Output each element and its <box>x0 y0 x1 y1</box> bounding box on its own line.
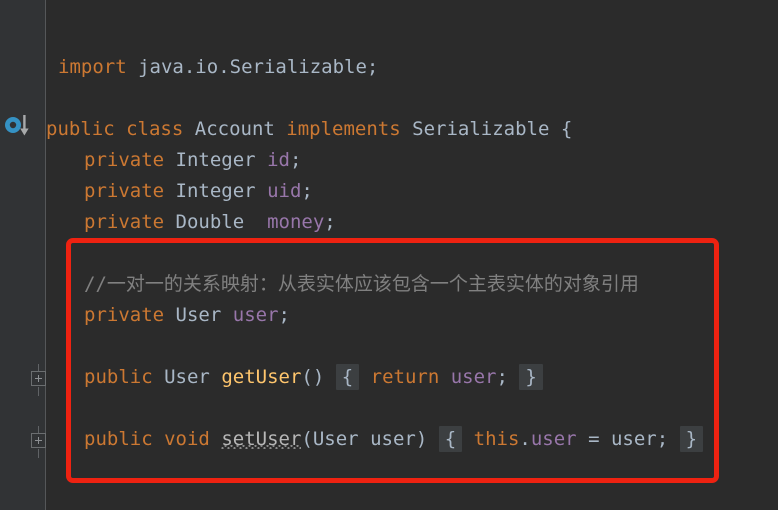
code-token: User <box>175 304 222 326</box>
code-token: . <box>519 428 531 450</box>
code-token: id <box>267 149 290 171</box>
code-token: io <box>195 56 219 78</box>
code-line-import: import java.io.Serializable; <box>58 52 378 83</box>
fold-connector-line <box>38 449 39 458</box>
fold-expand-icon[interactable] <box>31 371 46 386</box>
code-line-field-uid: private Integer uid; <box>84 176 313 207</box>
code-token: } <box>519 364 543 390</box>
code-line-comment: //一对一的关系映射：从表实体应该包含一个主表实体的对象引用 <box>84 269 639 300</box>
code-line-field-money: private Double money; <box>84 207 336 238</box>
code-token: user <box>610 428 657 450</box>
code-token: public <box>84 366 153 388</box>
code-token: ( <box>301 428 313 450</box>
code-token: User <box>164 366 210 388</box>
code-token: this <box>473 428 520 450</box>
code-token: user <box>232 304 279 326</box>
code-token: private <box>84 211 165 233</box>
code-token: uid <box>267 180 302 202</box>
code-token: public <box>84 428 153 450</box>
code-token: ; <box>656 428 669 450</box>
code-token: ; <box>366 56 379 78</box>
code-token: implements <box>286 118 401 140</box>
code-token: { <box>549 118 573 140</box>
code-token: java <box>126 56 184 78</box>
code-token: ; <box>301 180 313 202</box>
code-token: . <box>218 56 230 78</box>
code-token: user <box>450 366 497 388</box>
fold-expand-icon[interactable] <box>31 433 46 448</box>
code-token: User <box>312 428 359 450</box>
code-token: ; <box>289 149 302 171</box>
code-line-method-getuser: public User getUser() { return user; } <box>84 362 543 393</box>
code-token: public <box>46 118 115 140</box>
code-token: user <box>370 428 416 450</box>
code-token: void <box>164 428 210 450</box>
code-token: user <box>530 428 577 450</box>
code-line-method-setuser: public void setUser(User user) { this.us… <box>84 424 704 455</box>
code-token: getUser <box>221 366 302 388</box>
code-token: () <box>301 366 325 388</box>
code-editor[interactable]: import java.io.Serializable; public clas… <box>0 0 778 510</box>
code-token: class <box>126 118 184 140</box>
code-token: ; <box>278 304 290 326</box>
code-token: import <box>58 56 127 78</box>
code-token: return <box>370 366 440 388</box>
code-token: ) <box>415 428 428 450</box>
code-token: Integer <box>175 180 256 202</box>
code-content[interactable]: import java.io.Serializable; public clas… <box>46 0 778 510</box>
code-token: private <box>84 180 165 202</box>
code-token: { <box>335 364 360 390</box>
code-token: ; <box>324 211 336 233</box>
code-token: } <box>679 426 704 452</box>
code-line-field-id: private Integer id; <box>84 145 301 176</box>
fold-connector-line <box>38 387 39 396</box>
code-token: private <box>84 304 165 326</box>
code-token: = <box>576 428 611 450</box>
code-line-field-user: private User user; <box>84 300 290 331</box>
code-token: Double <box>175 211 245 233</box>
code-token: . <box>183 56 196 78</box>
code-token: ; <box>496 366 508 388</box>
code-token: Serializable <box>229 56 367 78</box>
code-token: setUser <box>221 428 302 450</box>
code-token: Serializable <box>412 118 550 140</box>
code-token: Account <box>194 118 275 140</box>
code-token: money <box>267 211 325 233</box>
code-token: //一对一的关系映射：从表实体应该包含一个主表实体的对象引用 <box>84 273 639 295</box>
code-line-class-decl: public class Account implements Serializ… <box>46 114 572 145</box>
code-token: Integer <box>175 149 256 171</box>
code-token: private <box>84 149 165 171</box>
implements-arrow-icon[interactable] <box>4 113 34 139</box>
code-token: { <box>438 426 463 452</box>
